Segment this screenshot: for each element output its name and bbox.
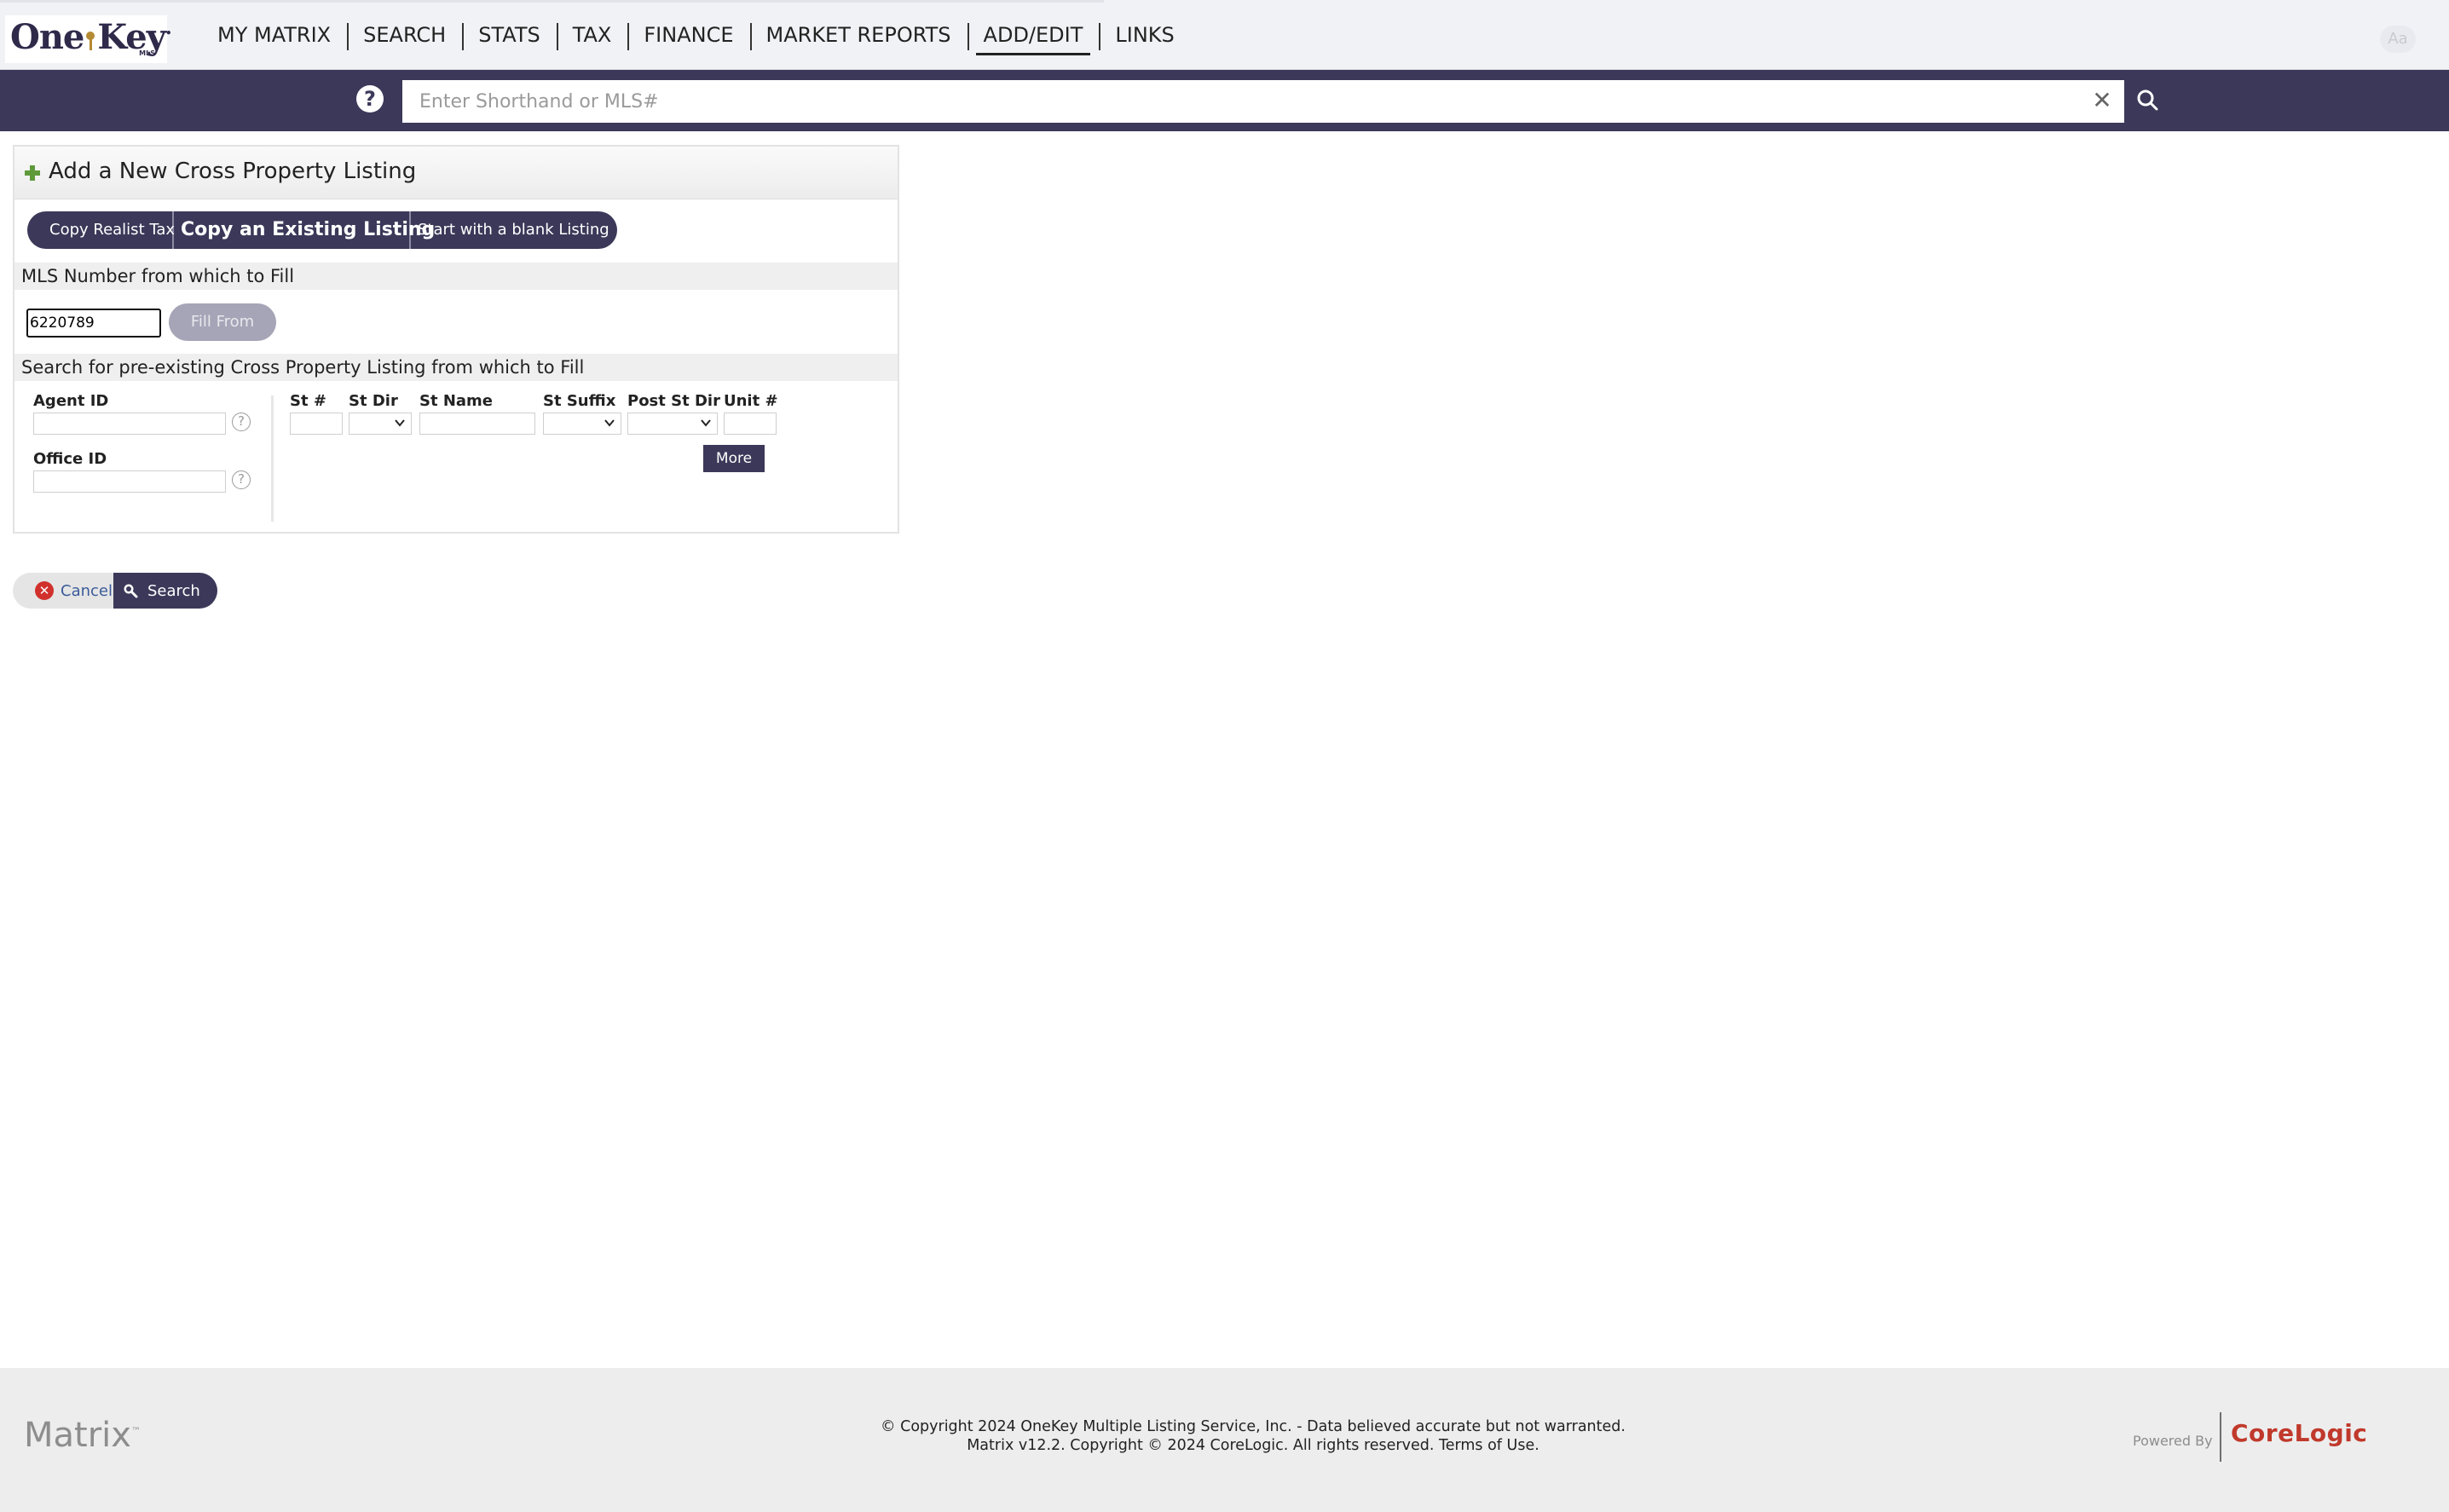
tab-start-blank-listing[interactable]: Start with a blank Listing: [411, 211, 617, 249]
cancel-icon: ✕: [35, 581, 54, 600]
footer: Matrix™ © Copyright 2024 OneKey Multiple…: [0, 1368, 2449, 1512]
more-button[interactable]: More: [703, 445, 765, 472]
office-id-label: Office ID: [33, 450, 107, 468]
logo-text-one: One: [10, 17, 84, 57]
shorthand-search-input[interactable]: [402, 80, 2124, 123]
fill-from-button[interactable]: Fill From: [169, 303, 276, 341]
copyright-notice: © Copyright 2024 OneKey Multiple Listing…: [852, 1417, 1654, 1455]
panel-header: Add a New Cross Property Listing: [14, 147, 898, 199]
tab-copy-existing-listing[interactable]: Copy an Existing Listing: [174, 211, 435, 249]
powered-by-divider: [2220, 1412, 2221, 1462]
agent-id-help-icon[interactable]: ?: [232, 413, 251, 431]
listing-source-tabs: Copy Realist Tax Copy an Existing Listin…: [27, 211, 617, 249]
terms-of-use-link[interactable]: Terms of Use.: [1439, 1437, 1539, 1454]
plus-icon: [25, 165, 40, 181]
nav-links[interactable]: LINKS: [1099, 20, 1190, 50]
search-button[interactable]: Search: [113, 573, 217, 609]
mls-number-input[interactable]: [26, 309, 161, 338]
unit-number-label: Unit #: [724, 392, 778, 410]
vertical-divider: [271, 395, 274, 522]
street-name-input[interactable]: [419, 413, 535, 435]
tab-copy-realist-tax[interactable]: Copy Realist Tax: [27, 211, 175, 249]
search-icon[interactable]: [2131, 84, 2165, 118]
chevron-down-icon: [604, 419, 615, 427]
onekey-mls-logo[interactable]: One Key• MLS: [5, 15, 172, 63]
search-icon: [124, 584, 138, 598]
copyright-line-1: © Copyright 2024 OneKey Multiple Listing…: [881, 1418, 1626, 1435]
chevron-down-icon: [395, 419, 405, 427]
shorthand-search-band: ? ✕: [0, 70, 2449, 131]
panel-title: Add a New Cross Property Listing: [49, 159, 417, 184]
nav-finance[interactable]: FINANCE: [627, 20, 749, 50]
agent-id-input[interactable]: [33, 413, 226, 435]
post-street-dir-select[interactable]: [627, 413, 718, 435]
nav-add-edit[interactable]: ADD/EDIT: [967, 20, 1100, 55]
post-street-dir-label: Post St Dir: [627, 392, 720, 410]
powered-by-label: Powered By: [2133, 1433, 2213, 1449]
main-nav: MY MATRIX SEARCH STATS TAX FINANCE MARKE…: [201, 0, 1191, 70]
nav-my-matrix[interactable]: MY MATRIX: [201, 20, 347, 50]
help-icon[interactable]: ?: [356, 85, 384, 113]
corelogic-logo: CoreLogic: [2231, 1419, 2368, 1447]
street-name-label: St Name: [419, 392, 494, 410]
street-suffix-label: St Suffix: [543, 392, 616, 410]
logo-sub-text: MLS: [139, 49, 155, 57]
agent-id-label: Agent ID: [33, 392, 109, 410]
cancel-label: Cancel: [61, 581, 113, 600]
clear-search-icon[interactable]: ✕: [2088, 87, 2116, 114]
nav-tax[interactable]: TAX: [556, 20, 628, 50]
mls-number-section-heading: MLS Number from which to Fill: [14, 263, 898, 290]
nav-stats[interactable]: STATS: [462, 20, 556, 50]
street-dir-select[interactable]: [349, 413, 412, 435]
search-label: Search: [147, 581, 200, 600]
matrix-logo: Matrix™: [24, 1416, 141, 1455]
street-number-input[interactable]: [290, 413, 343, 435]
office-id-help-icon[interactable]: ?: [232, 470, 251, 489]
street-dir-label: St Dir: [349, 392, 398, 410]
chevron-down-icon: [701, 419, 711, 427]
top-navigation-bar: One Key• MLS MY MATRIX SEARCH STATS TAX F…: [0, 0, 2449, 70]
office-id-input[interactable]: [33, 470, 226, 493]
key-icon: [84, 25, 96, 50]
unit-number-input[interactable]: [724, 413, 777, 435]
copyright-line-2: Matrix v12.2. Copyright © 2024 CoreLogic…: [967, 1437, 1435, 1454]
panel-actions: ✕ Cancel Search: [13, 573, 217, 609]
logo-text-key: Key: [97, 17, 166, 57]
nav-search[interactable]: SEARCH: [347, 20, 462, 50]
street-number-label: St #: [290, 392, 326, 410]
cancel-button[interactable]: ✕ Cancel: [13, 573, 113, 609]
add-listing-panel: Add a New Cross Property Listing Copy Re…: [13, 145, 899, 534]
font-size-toggle[interactable]: Aa: [2380, 26, 2416, 53]
street-suffix-select[interactable]: [543, 413, 621, 435]
nav-market-reports[interactable]: MARKET REPORTS: [749, 20, 967, 50]
search-existing-section-heading: Search for pre-existing Cross Property L…: [14, 354, 898, 381]
